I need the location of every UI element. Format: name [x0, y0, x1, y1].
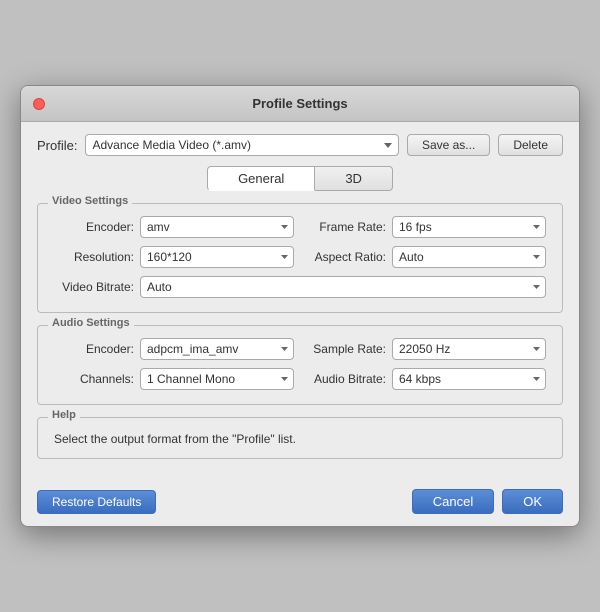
encoder-label: Encoder:	[54, 220, 134, 234]
frame-rate-select[interactable]: 16 fps	[392, 216, 546, 238]
aspect-ratio-select[interactable]: Auto	[392, 246, 546, 268]
audio-bitrate-select[interactable]: 64 kbps	[392, 368, 546, 390]
channels-label: Channels:	[54, 372, 134, 386]
help-title: Help	[48, 409, 80, 421]
video-bitrate-row: Video Bitrate: Auto	[54, 276, 546, 298]
content-area: Profile: Advance Media Video (*.amv) Sav…	[21, 122, 579, 481]
audio-encoder-select[interactable]: adpcm_ima_amv	[140, 338, 294, 360]
sample-rate-row: Sample Rate: 22050 Hz	[306, 338, 546, 360]
audio-encoder-row: Encoder: adpcm_ima_amv	[54, 338, 294, 360]
audio-bitrate-label: Audio Bitrate:	[306, 372, 386, 386]
aspect-ratio-row: Aspect Ratio: Auto	[306, 246, 546, 268]
profile-row: Profile: Advance Media Video (*.amv) Sav…	[37, 134, 563, 156]
close-button[interactable]	[33, 98, 45, 110]
save-as-button[interactable]: Save as...	[407, 134, 490, 156]
channels-select[interactable]: 1 Channel Mono	[140, 368, 294, 390]
delete-button[interactable]: Delete	[498, 134, 563, 156]
audio-encoder-label: Encoder:	[54, 342, 134, 356]
audio-bitrate-row: Audio Bitrate: 64 kbps	[306, 368, 546, 390]
encoder-row: Encoder: amv	[54, 216, 294, 238]
video-bitrate-select[interactable]: Auto	[140, 276, 546, 298]
title-bar: Profile Settings	[21, 86, 579, 122]
audio-settings-section: Audio Settings Encoder: adpcm_ima_amv Sa…	[37, 325, 563, 405]
audio-settings-title: Audio Settings	[48, 317, 134, 329]
sample-rate-label: Sample Rate:	[306, 342, 386, 356]
help-text: Select the output format from the "Profi…	[54, 432, 546, 446]
channels-row: Channels: 1 Channel Mono	[54, 368, 294, 390]
video-bitrate-label: Video Bitrate:	[54, 280, 134, 294]
frame-rate-row: Frame Rate: 16 fps	[306, 216, 546, 238]
ok-button[interactable]: OK	[502, 489, 563, 514]
audio-settings-grid: Encoder: adpcm_ima_amv Sample Rate: 2205…	[54, 338, 546, 390]
sample-rate-select[interactable]: 22050 Hz	[392, 338, 546, 360]
cancel-button[interactable]: Cancel	[412, 489, 494, 514]
video-settings-title: Video Settings	[48, 195, 132, 207]
video-settings-section: Video Settings Encoder: amv Frame Rate: …	[37, 203, 563, 313]
encoder-select[interactable]: amv	[140, 216, 294, 238]
frame-rate-label: Frame Rate:	[306, 220, 386, 234]
resolution-label: Resolution:	[54, 250, 134, 264]
footer: Restore Defaults Cancel OK	[21, 481, 579, 526]
resolution-select[interactable]: 160*120	[140, 246, 294, 268]
restore-defaults-button[interactable]: Restore Defaults	[37, 490, 156, 514]
profile-settings-window: Profile Settings Profile: Advance Media …	[20, 85, 580, 527]
help-section: Help Select the output format from the "…	[37, 417, 563, 459]
tab-3d[interactable]: 3D	[315, 166, 393, 191]
profile-select[interactable]: Advance Media Video (*.amv)	[85, 134, 398, 156]
tab-general[interactable]: General	[207, 166, 315, 191]
profile-label: Profile:	[37, 138, 77, 153]
window-title: Profile Settings	[252, 96, 347, 111]
tabs-row: General 3D	[37, 166, 563, 191]
resolution-row: Resolution: 160*120	[54, 246, 294, 268]
aspect-ratio-label: Aspect Ratio:	[306, 250, 386, 264]
footer-right-buttons: Cancel OK	[412, 489, 563, 514]
video-settings-grid: Encoder: amv Frame Rate: 16 fps Resoluti…	[54, 216, 546, 268]
